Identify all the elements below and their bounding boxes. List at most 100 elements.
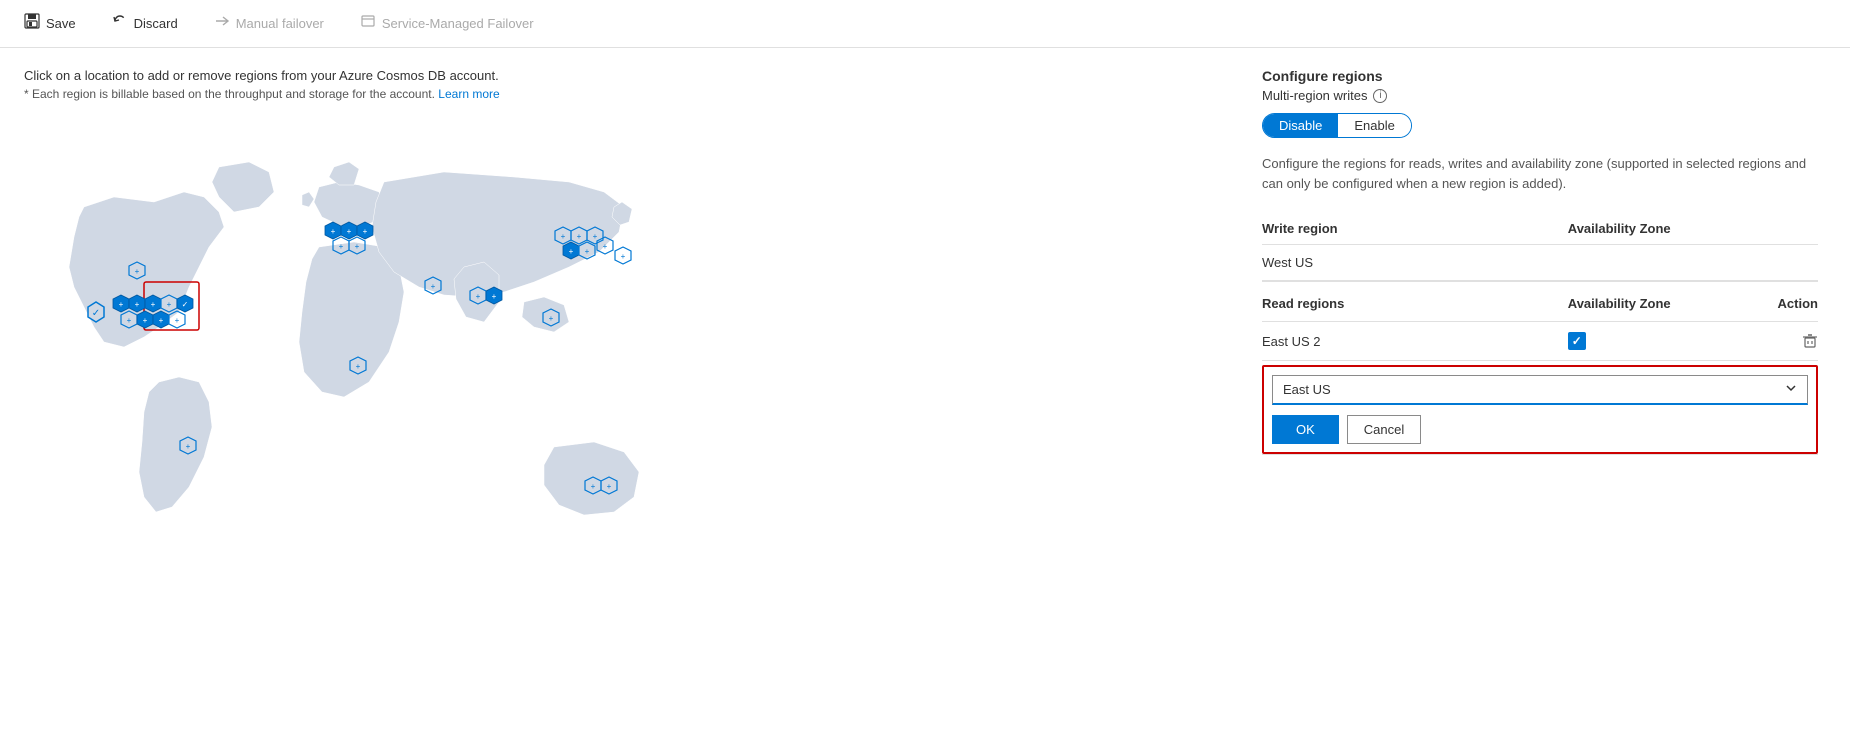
na-hex-3[interactable]: +	[145, 295, 161, 312]
description: Click on a location to add or remove reg…	[24, 68, 1206, 101]
na-hex-7[interactable]: +	[137, 311, 153, 328]
svg-text:+: +	[355, 242, 360, 251]
dropdown-value: East US	[1283, 382, 1331, 397]
svg-text:+: +	[569, 247, 574, 256]
svg-text:+: +	[186, 442, 191, 451]
svg-text:+: +	[492, 292, 497, 301]
billing-note: * Each region is billable based on the t…	[24, 87, 1206, 101]
action-buttons: OK Cancel	[1272, 415, 1808, 444]
write-region-value: West US	[1262, 245, 1568, 282]
action-header-write	[1707, 213, 1818, 245]
configure-title: Configure regions	[1262, 68, 1818, 84]
write-az-value	[1568, 245, 1707, 282]
eu-hex-3[interactable]: +	[357, 222, 373, 239]
cancel-button[interactable]: Cancel	[1347, 415, 1421, 444]
delete-east-us-2-button[interactable]	[1707, 333, 1818, 349]
svg-text:✓: ✓	[182, 300, 189, 309]
svg-text:+: +	[143, 316, 148, 325]
east-us-2-az	[1568, 322, 1707, 361]
na-hex-5[interactable]: ✓	[177, 295, 193, 312]
multi-region-label-group: Multi-region writes i	[1262, 88, 1818, 103]
read-regions-header-row: Read regions Availability Zone Action	[1262, 281, 1818, 322]
svg-text:+: +	[607, 482, 612, 491]
svg-text:+: +	[151, 300, 156, 309]
write-region-header: Write region	[1262, 213, 1568, 245]
toolbar: Save Discard Manual failover Service-Man…	[0, 0, 1850, 48]
dropdown-container: East US OK Cancel	[1262, 365, 1818, 454]
toggle-group: Disable Enable	[1262, 113, 1412, 138]
na-hex-8[interactable]: +	[153, 311, 169, 328]
left-panel: Click on a location to add or remove reg…	[0, 48, 1230, 749]
svg-text:+: +	[167, 300, 172, 309]
svg-text:+: +	[347, 227, 352, 236]
svg-text:+: +	[331, 227, 336, 236]
save-icon	[24, 13, 40, 34]
disable-toggle[interactable]: Disable	[1263, 114, 1338, 137]
east-us-2-action	[1707, 322, 1818, 361]
svg-text:+: +	[135, 267, 140, 276]
discard-button[interactable]: Discard	[104, 9, 186, 38]
map-container[interactable]: ✓ + + + +	[24, 117, 724, 617]
learn-more-link[interactable]: Learn more	[438, 87, 499, 101]
svg-text:+: +	[356, 362, 361, 371]
service-managed-failover-button[interactable]: Service-Managed Failover	[352, 9, 542, 38]
read-action-header: Action	[1707, 281, 1818, 322]
discard-label: Discard	[134, 16, 178, 31]
svg-text:+: +	[561, 232, 566, 241]
svg-text:+: +	[119, 300, 124, 309]
add-region-row: East US OK Cancel	[1262, 361, 1818, 455]
eu-hex-1[interactable]: +	[325, 222, 341, 239]
svg-text:+: +	[175, 316, 180, 325]
svg-text:+: +	[593, 232, 598, 241]
read-regions-header: Read regions	[1262, 281, 1568, 322]
world-map-svg[interactable]: ✓ + + + +	[24, 117, 724, 617]
na-hex-2[interactable]: +	[129, 295, 145, 312]
main-content: Click on a location to add or remove reg…	[0, 48, 1850, 749]
configure-description: Configure the regions for reads, writes …	[1262, 154, 1818, 193]
az-checkbox-east-us-2[interactable]	[1568, 332, 1586, 350]
regions-table: Write region Availability Zone West US R…	[1262, 213, 1818, 455]
service-managed-failover-label: Service-Managed Failover	[382, 16, 534, 31]
manual-failover-button[interactable]: Manual failover	[206, 9, 332, 38]
dropdown-chevron-icon	[1785, 382, 1797, 397]
svg-text:+: +	[585, 247, 590, 256]
svg-text:✓: ✓	[92, 308, 100, 319]
svg-text:+: +	[577, 232, 582, 241]
availability-zone-header-write: Availability Zone	[1568, 213, 1707, 245]
save-button[interactable]: Save	[16, 9, 84, 38]
svg-text:+: +	[603, 242, 608, 251]
manual-failover-label: Manual failover	[236, 16, 324, 31]
ok-button[interactable]: OK	[1272, 415, 1339, 444]
svg-text:+: +	[127, 316, 132, 325]
main-description: Click on a location to add or remove reg…	[24, 68, 1206, 83]
service-managed-icon	[360, 13, 376, 34]
read-az-header: Availability Zone	[1568, 281, 1707, 322]
svg-text:+: +	[549, 314, 554, 323]
save-label: Save	[46, 16, 76, 31]
india-hex-2[interactable]: +	[486, 287, 502, 304]
svg-text:+: +	[591, 482, 596, 491]
na-hex-1[interactable]: +	[113, 295, 129, 312]
svg-text:+: +	[159, 316, 164, 325]
region-dropdown[interactable]: East US	[1272, 375, 1808, 405]
svg-text:+: +	[431, 282, 436, 291]
svg-text:+: +	[339, 242, 344, 251]
write-region-row: West US	[1262, 245, 1818, 282]
east-us-2-row: East US 2	[1262, 322, 1818, 361]
asia-hex-4[interactable]: +	[563, 242, 579, 259]
enable-toggle[interactable]: Enable	[1338, 114, 1410, 137]
svg-text:+: +	[476, 292, 481, 301]
info-icon[interactable]: i	[1373, 89, 1387, 103]
east-us-2-region: East US 2	[1262, 322, 1568, 361]
write-action-value	[1707, 245, 1818, 282]
multi-region-text: Multi-region writes	[1262, 88, 1367, 103]
svg-text:+: +	[621, 252, 626, 261]
eu-hex-2[interactable]: +	[341, 222, 357, 239]
failover-icon	[214, 13, 230, 34]
svg-text:+: +	[135, 300, 140, 309]
discard-icon	[112, 13, 128, 34]
japan-hex[interactable]: +	[615, 247, 631, 264]
right-panel: Configure regions Multi-region writes i …	[1230, 48, 1850, 749]
add-region-cell: East US OK Cancel	[1262, 361, 1818, 455]
svg-text:+: +	[363, 227, 368, 236]
